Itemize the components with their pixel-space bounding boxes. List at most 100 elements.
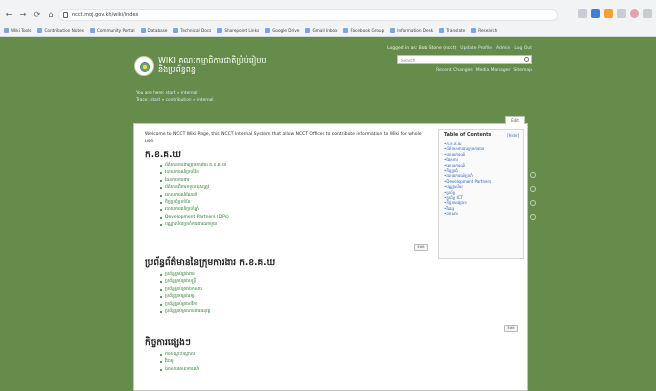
list-item[interactable]: ព័ត៌មានការងារក្រុមការងារ ក.ខ.គ.ឃ — [160, 162, 229, 169]
bookmark-item[interactable]: Gmail Inbox — [305, 26, 337, 34]
section-heading: កិច្ចការផ្សេងៗ — [145, 338, 191, 348]
list-item[interactable]: ព័ត៌មានពីការទទួលខុសត្រូវ — [160, 184, 229, 191]
bookmark-icon — [471, 27, 477, 33]
home-icon[interactable]: ⌂ — [46, 10, 56, 20]
edit-page-icon[interactable] — [530, 172, 536, 178]
bookmark-icon — [37, 27, 43, 33]
bookmark-item[interactable]: Community Portal — [89, 26, 135, 34]
search-input[interactable]: Search — [397, 55, 532, 64]
bookmark-icon — [89, 27, 95, 33]
bookmark-icon — [305, 27, 311, 33]
bookmark-icon — [390, 27, 396, 33]
site-logo[interactable] — [134, 56, 154, 76]
bookmark-item[interactable]: Facebook Group — [343, 26, 384, 34]
site-title-line1: WIKI គណៈកម្មាធិការជាតិប្រំប់រៀបប — [158, 56, 267, 65]
bookmark-item[interactable]: Information Desk — [390, 26, 433, 34]
list-item[interactable]: Development Partners (DPs) — [160, 214, 229, 221]
list-item[interactable]: ប្រព័ន្ធគ្រប់គ្រងការងារអនុវត្ត — [160, 308, 210, 315]
util-links: Recent Changes Media Manager Sitemap — [436, 68, 532, 73]
list-item[interactable]: ប្រព័ន្ធគ្រប់គ្រងថវិកា — [160, 301, 210, 308]
table-of-contents: Table of Contents [hide] ក.ខ.គ.ឃ ព័ត៌មាន… — [438, 129, 524, 259]
lock-icon — [63, 12, 68, 18]
admin-link[interactable]: Admin — [496, 46, 510, 51]
bookmark-item[interactable]: Wiki Tools — [4, 26, 31, 34]
back-icon[interactable]: ← — [4, 10, 14, 20]
bookmark-item[interactable]: Translate — [439, 26, 465, 34]
profile-avatar-icon[interactable] — [630, 9, 639, 18]
site-header: WIKI គណៈកម្មាធិការជាតិប្រំប់រៀបប និងប្រព… — [132, 42, 532, 90]
bookmark-item[interactable]: Database — [140, 26, 167, 34]
address-url: ncct.moj.gov.kh/wiki/index — [72, 12, 139, 18]
extension-icon[interactable] — [604, 9, 613, 18]
forward-icon[interactable]: → — [18, 10, 28, 20]
update-profile-link[interactable]: Update Profile — [460, 46, 492, 51]
extension-icon[interactable] — [617, 9, 626, 18]
history-icon[interactable] — [530, 186, 536, 192]
logged-in-label: Logged in as: Bob Stone (ncct) — [387, 46, 457, 51]
you-are-here-label: You are here: — [136, 91, 165, 96]
list-item[interactable]: របាយការណ៍ប្រចាំខែ — [160, 169, 229, 176]
section-heading: ប្រព័ន្ធព័ត៌មាននៃក្រុមការងារ ក.ខ.គ.ឃ — [145, 258, 276, 268]
intro-text: Welcome to NCCT Wiki Page, this NCCT Int… — [145, 132, 422, 144]
search-icon[interactable] — [524, 57, 529, 62]
recent-changes-link[interactable]: Recent Changes — [436, 68, 473, 73]
list-item[interactable]: បណ្ណាល័យប្រចាំការងារណាមួយ — [160, 221, 229, 228]
content-area: Edit Welcome to NCCT Wiki Page, this NCC… — [133, 116, 528, 391]
trace-link[interactable]: start » contribution » internal — [150, 98, 213, 103]
toc-item[interactable]: ឯកសារ — [444, 211, 522, 216]
extension-icons — [578, 9, 652, 18]
search-placeholder: Search — [401, 57, 416, 63]
section-edit-button[interactable]: Edit — [504, 325, 518, 332]
list-item[interactable]: ផែនការការងារ — [160, 177, 229, 184]
edit-page-button[interactable]: Edit — [505, 116, 525, 124]
bookmark-icon — [173, 27, 179, 33]
section-edit-button[interactable]: Edit — [414, 244, 428, 251]
browser-chrome: ← → ⟳ ⌂ ncct.moj.gov.kh/wiki/index Wiki … — [0, 0, 656, 37]
reload-icon[interactable]: ⟳ — [32, 10, 42, 20]
section-list: ព័ត៌មានការងារក្រុមការងារ ក.ខ.គ.ឃ របាយការ… — [160, 162, 229, 229]
list-item[interactable]: កិច្ចប្រជុំប្រចាំខែ — [160, 199, 229, 206]
site-title[interactable]: WIKI គណៈកម្មាធិការជាតិប្រំប់រៀបប និងប្រព… — [158, 56, 266, 74]
browser-nav-row: ← → ⟳ ⌂ ncct.moj.gov.kh/wiki/index — [0, 8, 656, 22]
media-manager-link[interactable]: Media Manager — [476, 68, 511, 73]
user-links: Logged in as: Bob Stone (ncct) Update Pr… — [387, 46, 532, 51]
bookmark-item[interactable]: Google Drive — [265, 26, 299, 34]
bookmark-item[interactable]: Contribution Notes — [37, 26, 84, 34]
list-item[interactable]: ប្រព័ន្ធគ្រប់គ្រងងារ — [160, 271, 210, 278]
bookmark-icon — [217, 27, 223, 33]
star-icon[interactable] — [578, 9, 587, 18]
list-item[interactable]: វីដេអូ — [160, 358, 199, 365]
bookmark-icon — [265, 27, 271, 33]
bookmark-item[interactable]: Technical Docs — [173, 26, 211, 34]
sitemap-link[interactable]: Sitemap — [513, 68, 532, 73]
you-are-here-link[interactable]: start » internal — [166, 91, 198, 96]
list-item[interactable]: ការបណ្តុះបណ្តាល — [160, 351, 199, 358]
bookmark-item[interactable]: Sharepoint Links — [217, 26, 259, 34]
section-list: ការបណ្តុះបណ្តាល វីដេអូ ឯកសារគោលការណ៍ — [160, 351, 199, 373]
section-list: ប្រព័ន្ធគ្រប់គ្រងងារ ប្រព័ន្ធគ្រប់គ្រងមន… — [160, 271, 210, 315]
list-item[interactable]: របាយការណ៍ប្រចាំឆ្នាំ — [160, 206, 229, 213]
list-item[interactable]: ប្រព័ន្ធគ្រប់គ្រងឯកសារ — [160, 286, 210, 293]
bookmark-icon — [4, 27, 9, 33]
extension-icon[interactable] — [591, 9, 600, 18]
bookmark-item[interactable]: Research — [471, 26, 497, 34]
breadcrumb: You are here: start » internal Trace: st… — [136, 90, 214, 104]
section-heading: ក.ខ.គ.ឃ — [145, 150, 181, 160]
log-out-link[interactable]: Log Out — [514, 46, 532, 51]
logo-emblem-icon — [140, 62, 150, 72]
menu-icon[interactable] — [643, 9, 652, 18]
site-title-line2: និងប្រព័ន្ធពន្ធ — [158, 65, 196, 74]
list-item[interactable]: ប្រព័ន្ធគ្រប់គ្រងរក្ស — [160, 293, 210, 300]
page-tools — [530, 172, 538, 228]
toc-title: Table of Contents — [444, 133, 492, 138]
bookmark-icon — [343, 27, 349, 33]
backlinks-icon[interactable] — [530, 200, 536, 206]
toc-hide-button[interactable]: [hide] — [507, 133, 519, 138]
back-to-top-icon[interactable] — [530, 214, 536, 220]
bookmark-icon — [439, 27, 445, 33]
list-item[interactable]: ប្រព័ន្ធគ្រប់គ្រងមន្ត្រី — [160, 278, 210, 285]
bookmarks-bar: Wiki Tools Contribution Notes Community … — [4, 26, 652, 34]
list-item[interactable]: គោលការណ៍ណែនាំ — [160, 192, 229, 199]
address-bar[interactable]: ncct.moj.gov.kh/wiki/index — [58, 9, 558, 21]
list-item[interactable]: ឯកសារគោលការណ៍ — [160, 366, 199, 373]
